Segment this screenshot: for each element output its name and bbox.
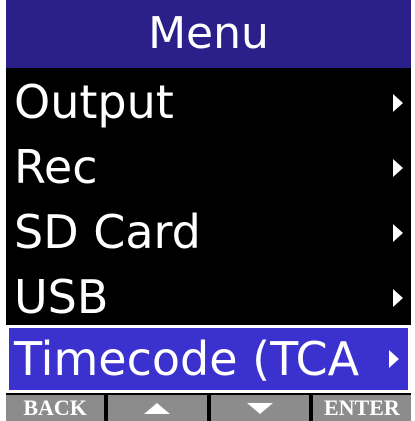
softkey-bar: BACK ENTER — [6, 395, 411, 421]
menu-item-label: Rec — [14, 140, 98, 194]
menu-item-label: USB — [14, 270, 109, 324]
menu-item-label: SD Card — [14, 205, 201, 259]
page-title: Menu — [148, 8, 269, 59]
menu-item-rec[interactable]: Rec — [6, 135, 411, 200]
down-arrow-icon — [246, 402, 273, 414]
back-button[interactable]: BACK — [6, 395, 105, 421]
chevron-right-icon — [393, 223, 403, 242]
device-screen: Menu Output Rec SD Card USB Timecode (TC… — [6, 0, 411, 421]
up-button[interactable] — [108, 395, 207, 421]
title-bar: Menu — [6, 0, 411, 68]
menu-item-label: Output — [14, 75, 174, 129]
down-button[interactable] — [210, 395, 309, 421]
chevron-right-icon — [393, 93, 403, 112]
menu-item-sd-card[interactable]: SD Card — [6, 200, 411, 265]
menu-item-usb[interactable]: USB — [6, 265, 411, 330]
menu-item-label: Timecode (TCA — [14, 331, 360, 386]
menu-item-timecode[interactable]: Timecode (TCA — [6, 325, 411, 393]
back-button-label: BACK — [23, 395, 87, 420]
chevron-right-icon — [393, 288, 403, 307]
enter-button[interactable]: ENTER — [312, 395, 411, 421]
chevron-right-icon — [393, 158, 403, 177]
menu-item-output[interactable]: Output — [6, 70, 411, 135]
up-arrow-icon — [144, 402, 171, 414]
chevron-right-icon — [389, 350, 399, 368]
enter-button-label: ENTER — [323, 395, 400, 420]
